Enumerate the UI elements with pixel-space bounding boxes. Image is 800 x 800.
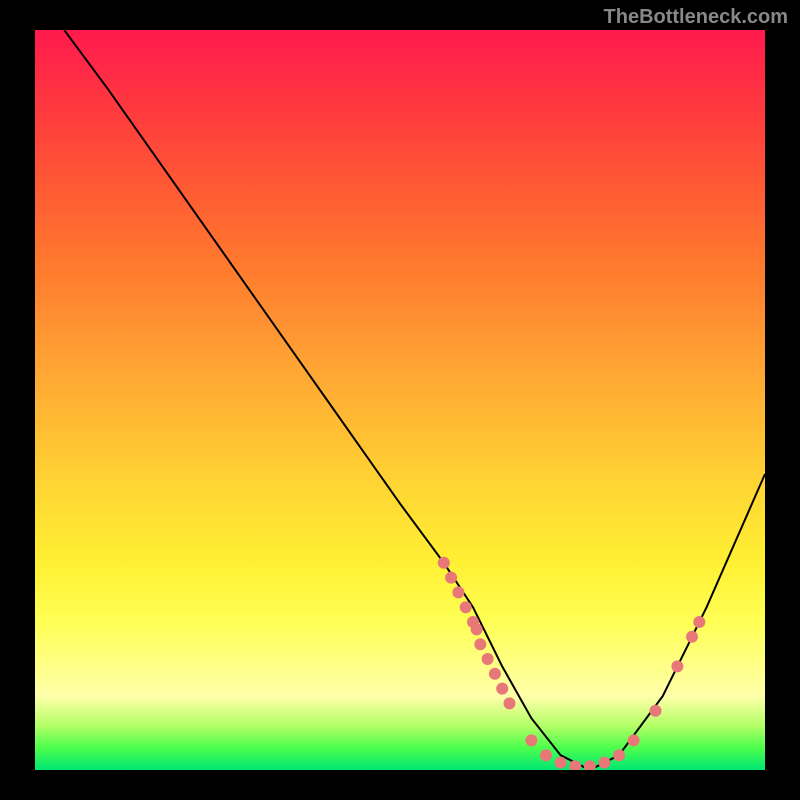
highlight-point (569, 760, 581, 770)
highlight-point (628, 734, 640, 746)
highlight-point (555, 757, 567, 769)
highlight-point (482, 653, 494, 665)
bottleneck-curve (64, 30, 765, 770)
chart-svg (35, 30, 765, 770)
highlight-point (438, 557, 450, 569)
watermark-text: TheBottleneck.com (604, 6, 788, 29)
highlight-point (452, 586, 464, 598)
highlight-point (686, 631, 698, 643)
highlight-point (445, 572, 457, 584)
highlight-point (584, 760, 596, 770)
highlight-point (525, 734, 537, 746)
highlight-point (671, 660, 683, 672)
chart-container: TheBottleneck.com (0, 0, 800, 800)
highlight-point (460, 601, 472, 613)
highlight-point (598, 757, 610, 769)
highlight-point (471, 623, 483, 635)
highlight-point (496, 683, 508, 695)
highlight-point (650, 705, 662, 717)
highlight-point (693, 616, 705, 628)
highlight-points-group (438, 557, 706, 770)
highlight-point (504, 697, 516, 709)
highlight-point (489, 668, 501, 680)
highlight-point (613, 749, 625, 761)
highlight-point (540, 749, 552, 761)
highlight-point (474, 638, 486, 650)
